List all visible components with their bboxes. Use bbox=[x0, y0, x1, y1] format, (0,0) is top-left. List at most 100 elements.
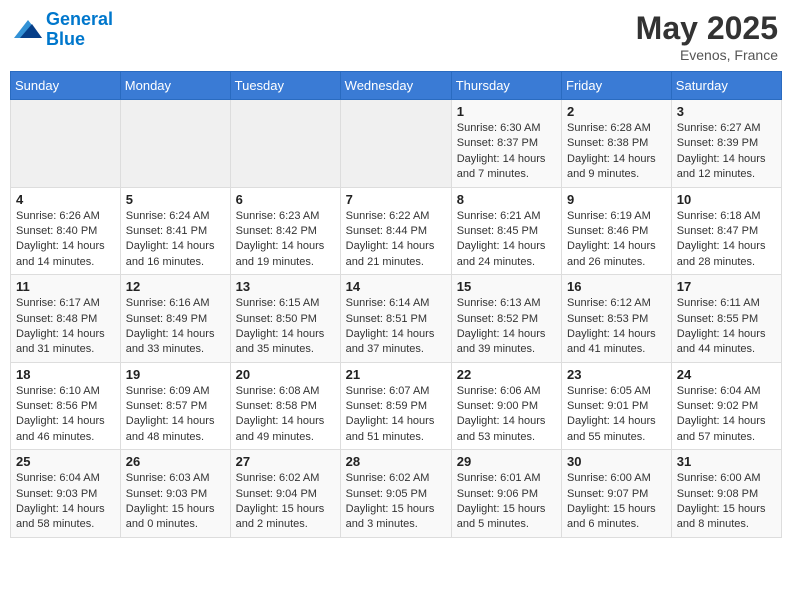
page-header: General Blue May 2025 Evenos, France bbox=[10, 10, 782, 63]
weekday-header-wednesday: Wednesday bbox=[340, 72, 451, 100]
day-number: 24 bbox=[677, 367, 776, 382]
calendar-cell: 27 Sunrise: 6:02 AMSunset: 9:04 PMDayligh… bbox=[230, 450, 340, 538]
calendar-cell: 4Sunrise: 6:26 AMSunset: 8:40 PMDaylight… bbox=[11, 187, 121, 275]
calendar-cell: 31Sunrise: 6:00 AMSunset: 9:08 PMDayligh… bbox=[671, 450, 781, 538]
calendar-cell: 28 Sunrise: 6:02 AMSunset: 9:05 PMDayligh… bbox=[340, 450, 451, 538]
calendar-cell: 20 Sunrise: 6:08 AMSunset: 8:58 PMDayligh… bbox=[230, 362, 340, 450]
day-info: Sunrise: 6:16 AMSunset: 8:49 PMDaylight:… bbox=[126, 296, 225, 358]
calendar-cell: 30 Sunrise: 6:00 AMSunset: 9:07 PMDayligh… bbox=[562, 450, 672, 538]
calendar-cell bbox=[340, 100, 451, 188]
calendar-cell: 1 Sunrise: 6:30 AMSunset: 8:37 PMDaylight… bbox=[451, 100, 561, 188]
calendar-cell: 19 Sunrise: 6:09 AMSunset: 8:57 PMDayligh… bbox=[120, 362, 230, 450]
calendar-cell: 3Sunrise: 6:27 AMSunset: 8:39 PMDaylight… bbox=[671, 100, 781, 188]
calendar-cell: 6 Sunrise: 6:23 AMSunset: 8:42 PMDaylight… bbox=[230, 187, 340, 275]
logo: General Blue bbox=[14, 10, 113, 50]
day-number: 27 bbox=[236, 454, 335, 469]
calendar-cell: 16 Sunrise: 6:12 AMSunset: 8:53 PMDayligh… bbox=[562, 275, 672, 363]
day-number: 12 bbox=[126, 279, 225, 294]
day-number: 29 bbox=[457, 454, 556, 469]
day-number: 23 bbox=[567, 367, 666, 382]
day-number: 11 bbox=[16, 279, 115, 294]
day-info: Sunrise: 6:24 AMSunset: 8:41 PMDaylight:… bbox=[126, 209, 225, 271]
day-info: Sunrise: 6:01 AMSunset: 9:06 PMDaylight:… bbox=[457, 471, 556, 533]
day-number: 3 bbox=[677, 104, 776, 119]
day-number: 15 bbox=[457, 279, 556, 294]
day-info: Sunrise: 6:11 AMSunset: 8:55 PMDaylight:… bbox=[677, 296, 776, 358]
calendar-week-3: 11 Sunrise: 6:17 AMSunset: 8:48 PMDayligh… bbox=[11, 275, 782, 363]
day-number: 18 bbox=[16, 367, 115, 382]
calendar-cell: 23 Sunrise: 6:05 AMSunset: 9:01 PMDayligh… bbox=[562, 362, 672, 450]
day-info: Sunrise: 6:04 AMSunset: 9:03 PMDaylight:… bbox=[16, 471, 115, 533]
calendar-cell: 14 Sunrise: 6:14 AMSunset: 8:51 PMDayligh… bbox=[340, 275, 451, 363]
day-number: 19 bbox=[126, 367, 225, 382]
calendar-cell: 21 Sunrise: 6:07 AMSunset: 8:59 PMDayligh… bbox=[340, 362, 451, 450]
calendar-cell: 5 Sunrise: 6:24 AMSunset: 8:41 PMDaylight… bbox=[120, 187, 230, 275]
calendar-cell bbox=[11, 100, 121, 188]
day-number: 28 bbox=[346, 454, 446, 469]
day-info: Sunrise: 6:19 AMSunset: 8:46 PMDaylight:… bbox=[567, 209, 666, 271]
day-info: Sunrise: 6:14 AMSunset: 8:51 PMDaylight:… bbox=[346, 296, 446, 358]
day-info: Sunrise: 6:28 AMSunset: 8:38 PMDaylight:… bbox=[567, 121, 666, 183]
day-info: Sunrise: 6:06 AMSunset: 9:00 PMDaylight:… bbox=[457, 384, 556, 446]
weekday-header-thursday: Thursday bbox=[451, 72, 561, 100]
logo-icon bbox=[14, 18, 42, 42]
calendar-table: SundayMondayTuesdayWednesdayThursdayFrid… bbox=[10, 71, 782, 538]
calendar-cell: 22 Sunrise: 6:06 AMSunset: 9:00 PMDayligh… bbox=[451, 362, 561, 450]
day-info: Sunrise: 6:15 AMSunset: 8:50 PMDaylight:… bbox=[236, 296, 335, 358]
day-info: Sunrise: 6:08 AMSunset: 8:58 PMDaylight:… bbox=[236, 384, 335, 446]
weekday-header-monday: Monday bbox=[120, 72, 230, 100]
day-info: Sunrise: 6:10 AMSunset: 8:56 PMDaylight:… bbox=[16, 384, 115, 446]
calendar-cell: 18 Sunrise: 6:10 AMSunset: 8:56 PMDayligh… bbox=[11, 362, 121, 450]
location: Evenos, France bbox=[636, 47, 778, 63]
day-info: Sunrise: 6:17 AMSunset: 8:48 PMDaylight:… bbox=[16, 296, 115, 358]
day-number: 10 bbox=[677, 192, 776, 207]
calendar-cell: 12 Sunrise: 6:16 AMSunset: 8:49 PMDayligh… bbox=[120, 275, 230, 363]
day-number: 25 bbox=[16, 454, 115, 469]
day-number: 20 bbox=[236, 367, 335, 382]
day-info: Sunrise: 6:00 AMSunset: 9:08 PMDaylight:… bbox=[677, 471, 776, 533]
weekday-header-friday: Friday bbox=[562, 72, 672, 100]
day-info: Sunrise: 6:02 AMSunset: 9:04 PMDaylight:… bbox=[236, 471, 335, 533]
day-info: Sunrise: 6:23 AMSunset: 8:42 PMDaylight:… bbox=[236, 209, 335, 271]
day-info: Sunrise: 6:21 AMSunset: 8:45 PMDaylight:… bbox=[457, 209, 556, 271]
day-info: Sunrise: 6:12 AMSunset: 8:53 PMDaylight:… bbox=[567, 296, 666, 358]
day-info: Sunrise: 6:07 AMSunset: 8:59 PMDaylight:… bbox=[346, 384, 446, 446]
day-number: 6 bbox=[236, 192, 335, 207]
day-number: 9 bbox=[567, 192, 666, 207]
day-number: 22 bbox=[457, 367, 556, 382]
day-number: 7 bbox=[346, 192, 446, 207]
calendar-cell: 7 Sunrise: 6:22 AMSunset: 8:44 PMDaylight… bbox=[340, 187, 451, 275]
day-number: 16 bbox=[567, 279, 666, 294]
calendar-week-4: 18 Sunrise: 6:10 AMSunset: 8:56 PMDayligh… bbox=[11, 362, 782, 450]
calendar-week-1: 1 Sunrise: 6:30 AMSunset: 8:37 PMDaylight… bbox=[11, 100, 782, 188]
day-number: 1 bbox=[457, 104, 556, 119]
day-number: 21 bbox=[346, 367, 446, 382]
day-info: Sunrise: 6:02 AMSunset: 9:05 PMDaylight:… bbox=[346, 471, 446, 533]
day-info: Sunrise: 6:04 AMSunset: 9:02 PMDaylight:… bbox=[677, 384, 776, 446]
calendar-cell: 13Sunrise: 6:15 AMSunset: 8:50 PMDayligh… bbox=[230, 275, 340, 363]
day-number: 5 bbox=[126, 192, 225, 207]
day-number: 2 bbox=[567, 104, 666, 119]
calendar-cell: 11 Sunrise: 6:17 AMSunset: 8:48 PMDayligh… bbox=[11, 275, 121, 363]
day-info: Sunrise: 6:00 AMSunset: 9:07 PMDaylight:… bbox=[567, 471, 666, 533]
calendar-week-5: 25 Sunrise: 6:04 AMSunset: 9:03 PMDayligh… bbox=[11, 450, 782, 538]
calendar-week-2: 4Sunrise: 6:26 AMSunset: 8:40 PMDaylight… bbox=[11, 187, 782, 275]
title-block: May 2025 Evenos, France bbox=[636, 10, 778, 63]
day-info: Sunrise: 6:26 AMSunset: 8:40 PMDaylight:… bbox=[16, 209, 115, 271]
day-info: Sunrise: 6:13 AMSunset: 8:52 PMDaylight:… bbox=[457, 296, 556, 358]
day-info: Sunrise: 6:05 AMSunset: 9:01 PMDaylight:… bbox=[567, 384, 666, 446]
calendar-cell: 15 Sunrise: 6:13 AMSunset: 8:52 PMDayligh… bbox=[451, 275, 561, 363]
logo-text: General Blue bbox=[46, 10, 113, 50]
day-info: Sunrise: 6:09 AMSunset: 8:57 PMDaylight:… bbox=[126, 384, 225, 446]
day-info: Sunrise: 6:30 AMSunset: 8:37 PMDaylight:… bbox=[457, 121, 556, 183]
day-info: Sunrise: 6:22 AMSunset: 8:44 PMDaylight:… bbox=[346, 209, 446, 271]
calendar-cell bbox=[230, 100, 340, 188]
weekday-header-tuesday: Tuesday bbox=[230, 72, 340, 100]
day-number: 14 bbox=[346, 279, 446, 294]
calendar-cell: 17Sunrise: 6:11 AMSunset: 8:55 PMDayligh… bbox=[671, 275, 781, 363]
logo-line2: Blue bbox=[46, 29, 85, 49]
weekday-header-sunday: Sunday bbox=[11, 72, 121, 100]
logo-line1: General bbox=[46, 9, 113, 29]
weekday-header-row: SundayMondayTuesdayWednesdayThursdayFrid… bbox=[11, 72, 782, 100]
day-number: 30 bbox=[567, 454, 666, 469]
